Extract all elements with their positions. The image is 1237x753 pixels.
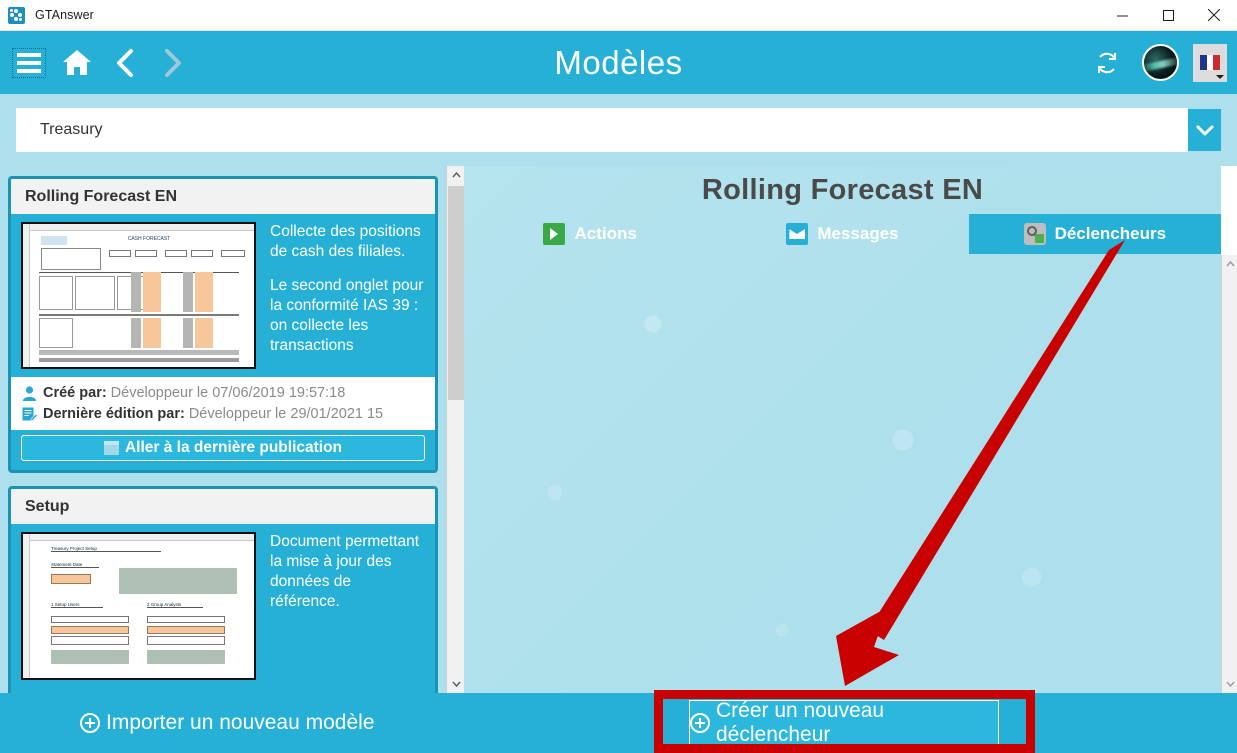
main-content-scrollbar[interactable]	[1221, 255, 1237, 693]
create-trigger-label: Créer un nouveau déclencheur	[716, 698, 885, 746]
play-icon	[543, 223, 566, 245]
home-button[interactable]	[56, 42, 98, 84]
project-select-value: Treasury	[40, 121, 103, 138]
window-controls	[1099, 0, 1237, 31]
scrollbar-thumb[interactable]	[448, 186, 464, 400]
templates-list-scrollbar[interactable]	[446, 166, 464, 693]
tab-messages[interactable]: Messages	[716, 214, 968, 254]
title-bar: GTAnswer	[0, 0, 1237, 31]
template-card-description: Document permettant la mise à jour des d…	[270, 532, 425, 680]
go-to-last-publication-label: Aller à la dernière publication	[124, 439, 343, 456]
window-title: GTAnswer	[35, 8, 94, 22]
gtanswer-logo-icon	[8, 6, 25, 24]
calendar-icon	[103, 441, 119, 455]
template-card-body: CASH FORECAST Collecte des positions de …	[11, 214, 435, 377]
chevron-down-icon	[1196, 125, 1213, 135]
project-select[interactable]: Treasury	[16, 108, 1188, 152]
plus-circle-icon	[80, 713, 100, 733]
appbar-right-controls	[1086, 31, 1227, 94]
back-button[interactable]	[104, 42, 146, 84]
content-tabs: Actions Messages Déclencheurs	[464, 214, 1221, 254]
main-content-panel: Rolling Forecast EN Actions Messages Déc…	[464, 166, 1221, 693]
tab-messages-label: Messages	[817, 224, 899, 243]
import-template-label: Importer un nouveau modèle	[106, 711, 375, 734]
template-card-description-line-2: Le second onglet pour la conformité IAS …	[270, 277, 424, 354]
template-card-description: Collecte des positions de cash des filia…	[270, 222, 425, 369]
tab-declencheurs[interactable]: Déclencheurs	[968, 214, 1221, 254]
plus-circle-icon	[690, 712, 710, 733]
trigger-search-icon	[1023, 223, 1046, 245]
close-button[interactable]	[1191, 0, 1237, 31]
scroll-down-arrow-icon[interactable]	[447, 675, 465, 693]
template-card[interactable]: Rolling Forecast EN CASH FORECAST Collec…	[8, 176, 438, 473]
avatar[interactable]	[1142, 44, 1179, 81]
create-trigger-button[interactable]: Créer un nouveau déclencheur	[689, 698, 999, 746]
scroll-up-arrow-icon[interactable]	[447, 166, 465, 184]
minimize-button[interactable]	[1099, 0, 1145, 31]
tab-actions-label: Actions	[574, 224, 637, 243]
project-select-caret-button[interactable]	[1188, 109, 1221, 151]
template-card-meta: Créé par: Développeur le 07/06/2019 19:5…	[11, 377, 435, 430]
tab-actions[interactable]: Actions	[464, 214, 716, 254]
app-header-bar: Modèles	[0, 31, 1237, 94]
caret-down-icon	[1216, 74, 1224, 79]
go-to-last-publication-button[interactable]: Aller à la dernière publication	[21, 435, 425, 461]
maximize-button[interactable]	[1145, 0, 1191, 31]
scroll-down-arrow-icon[interactable]	[1222, 675, 1237, 693]
template-card-description-line-1: Document permettant la mise à jour des d…	[270, 533, 420, 610]
created-by-line: Créé par: Développeur le 07/06/2019 19:5…	[21, 383, 427, 404]
template-card-body: Treasury Project Setup Statement Date 1 …	[11, 524, 435, 688]
user-icon	[22, 386, 37, 401]
template-card-title: Rolling Forecast EN	[11, 179, 435, 214]
menu-button[interactable]	[8, 42, 50, 84]
app-window: GTAnswer Modèles Treasury Rolling Foreca…	[0, 0, 1237, 753]
chevron-left-icon	[117, 48, 133, 77]
refresh-button[interactable]	[1086, 42, 1128, 84]
spreadsheet-thumbnail: Treasury Project Setup Statement Date 1 …	[21, 532, 256, 680]
templates-list-panel: Rolling Forecast EN CASH FORECAST Collec…	[0, 166, 446, 693]
scroll-up-arrow-icon[interactable]	[1222, 255, 1237, 273]
spreadsheet-thumbnail: CASH FORECAST	[21, 222, 256, 369]
refresh-icon	[1098, 52, 1116, 73]
document-edit-icon	[22, 407, 38, 422]
navigation-icons	[8, 31, 194, 94]
bottom-action-bar: Importer un nouveau modèle	[0, 693, 1237, 753]
template-card-description-line-1: Collecte des positions de cash des filia…	[270, 223, 421, 260]
project-selector-row: Treasury	[0, 94, 1237, 166]
import-template-button[interactable]: Importer un nouveau modèle	[80, 711, 375, 735]
home-icon	[63, 50, 91, 75]
template-card-title: Setup	[11, 489, 435, 524]
template-card[interactable]: Setup Treasury Project Setup Statement D…	[8, 486, 438, 693]
last-edited-value: Développeur le 29/01/2021 15	[188, 406, 384, 422]
forward-button[interactable]	[152, 42, 194, 84]
chevron-right-icon	[165, 48, 181, 77]
last-edited-line: Dernière édition par: Développeur le 29/…	[21, 404, 427, 425]
language-selector[interactable]	[1193, 43, 1227, 82]
tab-declencheurs-label: Déclencheurs	[1054, 224, 1167, 243]
french-flag-icon	[1200, 55, 1221, 70]
last-edited-label: Dernière édition par:	[43, 406, 185, 422]
hamburger-menu-icon	[12, 47, 46, 78]
selected-template-title: Rolling Forecast EN	[701, 174, 984, 206]
envelope-icon	[786, 223, 809, 245]
created-by-label: Créé par:	[43, 385, 107, 401]
created-by-value: Développeur le 07/06/2019 19:57:18	[110, 385, 346, 401]
